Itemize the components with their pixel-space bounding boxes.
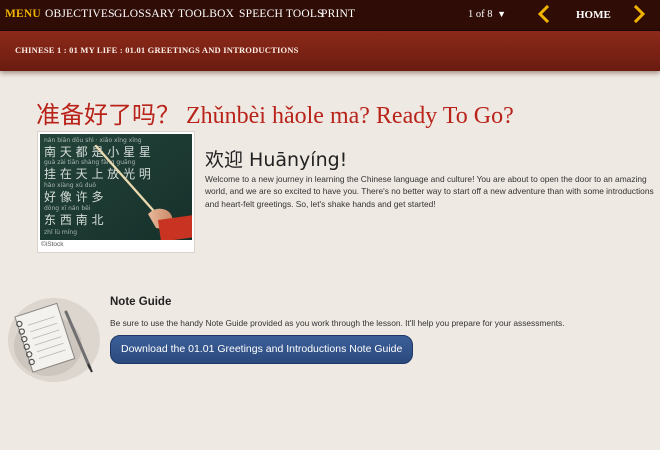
note-guide-heading: Note Guide [110, 296, 172, 308]
photo-credit: ©iStock [41, 241, 64, 248]
svg-text:guà zài tiān shàng fàng g: guà zài tiān shàng fàng guāng [44, 159, 136, 166]
svg-text:东 西 南 北: 东 西 南 北 [44, 212, 103, 227]
chevron-right-icon[interactable] [633, 5, 647, 23]
nav-speech-tools[interactable]: SPEECH TOOLS [239, 8, 324, 20]
lesson-photo: nán biān dōu shì · xiǎo xīng xīng 南 天 都 … [37, 131, 195, 253]
svg-text:挂 在 天 上 放 光 明: 挂 在 天 上 放 光 明 [44, 166, 151, 181]
download-note-guide-button[interactable]: Download the 01.01 Greetings and Introdu… [110, 335, 414, 364]
welcome-heading: 欢迎 Huānyíng! [205, 149, 348, 171]
home-button[interactable]: HOME [576, 9, 611, 21]
welcome-paragraph: Welcome to a new journey in learning the… [205, 174, 654, 209]
nav-toolbox[interactable]: TOOLBOX [178, 8, 234, 20]
chalkboard-image: nán biān dōu shì · xiǎo xīng xīng 南 天 都 … [40, 134, 192, 240]
nav-glossary[interactable]: GLOSSARY [114, 8, 176, 20]
page-selector[interactable]: 1 of 8 ▼ [468, 9, 506, 20]
note-guide-text: Be sure to use the handy Note Guide prov… [110, 318, 565, 328]
caret-down-icon: ▼ [497, 9, 507, 19]
top-nav-bar: MENU OBJECTIVES GLOSSARY TOOLBOX SPEECH … [0, 0, 660, 31]
chevron-left-icon[interactable] [536, 5, 550, 23]
page-indicator-text: 1 of 8 [468, 9, 493, 20]
nav-print[interactable]: PRINT [321, 8, 355, 20]
svg-text:zhǐ lù míng: zhǐ lù míng [44, 229, 77, 236]
svg-text:nán biān dōu shì · xiǎo: nán biān dōu shì · xiǎo xīng xīng [44, 137, 142, 144]
breadcrumb-banner: CHINESE 1 : 01 MY LIFE : 01.01 GREETINGS… [0, 31, 660, 71]
page-title: 准备好了吗？ Zhǔnbèi hǎole ma? Ready To Go? [36, 103, 514, 129]
breadcrumb: CHINESE 1 : 01 MY LIFE : 01.01 GREETINGS… [15, 45, 299, 55]
notebook-icon [8, 298, 100, 382]
svg-text:dōng xī nán běi: dōng xī nán běi [44, 205, 91, 212]
svg-text:好 像 许 多: 好 像 许 多 [44, 190, 103, 204]
nav-objectives[interactable]: OBJECTIVES [45, 8, 115, 20]
menu-button[interactable]: MENU [5, 8, 41, 20]
svg-text:hǎo xiàng xǔ duō: hǎo xiàng xǔ duō [44, 182, 96, 189]
